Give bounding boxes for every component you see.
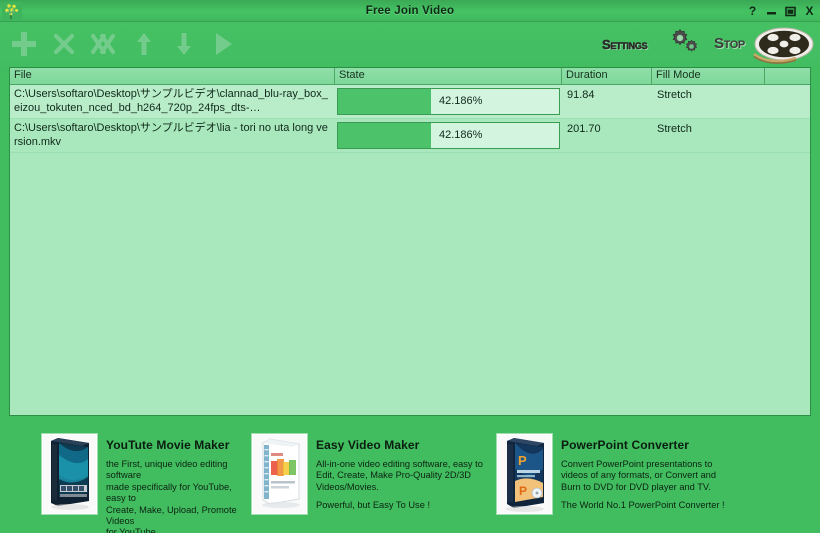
- double-x-icon: [91, 33, 117, 55]
- ad-description: All-in-one video editing software, easy …: [316, 459, 483, 492]
- list-rows: C:\Users\softaro\Desktop\サンプルビデオ\clannad…: [10, 85, 810, 153]
- cell-state: 42.186%: [335, 119, 562, 152]
- add-file-button[interactable]: [8, 28, 40, 60]
- toolbar-actions: [8, 22, 240, 66]
- file-list-panel[interactable]: File State Duration Fill Mode C:\Users\s…: [9, 67, 811, 416]
- minimize-button[interactable]: [765, 4, 778, 18]
- window-title: Free Join Video: [365, 4, 455, 17]
- help-button[interactable]: ?: [746, 4, 759, 18]
- close-button[interactable]: X: [803, 4, 816, 18]
- svg-text:P: P: [519, 484, 527, 498]
- ad-easy-video-maker[interactable]: Easy Video Maker All-in-one video editin…: [252, 424, 497, 533]
- table-row[interactable]: C:\Users\softaro\Desktop\サンプルビデオ\clannad…: [10, 85, 810, 119]
- plus-icon: [10, 30, 38, 58]
- table-row[interactable]: C:\Users\softaro\Desktop\サンプルビデオ\lia - t…: [10, 119, 810, 153]
- cell-fill-mode: Stretch: [657, 123, 692, 135]
- cell-duration: 201.70: [567, 123, 601, 135]
- move-down-button[interactable]: [168, 28, 200, 60]
- stop-label: Stop: [714, 35, 745, 52]
- cell-extra: [765, 85, 810, 118]
- ad-tagline: The World No.1 PowerPoint Converter !: [561, 500, 725, 511]
- ad-body: Easy Video Maker All-in-one video editin…: [307, 434, 483, 533]
- ad-body: PowerPoint Converter Convert PowerPoint …: [552, 434, 725, 533]
- play-button[interactable]: [208, 28, 240, 60]
- ad-youtute-movie-maker[interactable]: YouTute Movie Maker the First, unique vi…: [0, 424, 252, 533]
- column-header-extra[interactable]: [765, 68, 810, 84]
- ad-tagline: Powerful, but Easy To Use !: [316, 500, 431, 511]
- ad-description: the First, unique video editing software…: [106, 459, 237, 533]
- remove-all-button[interactable]: [88, 28, 120, 60]
- column-header-fill-mode[interactable]: Fill Mode: [652, 68, 765, 84]
- title-bar: Free Join Video ? X: [0, 0, 820, 22]
- progress-fill: [338, 89, 432, 114]
- ad-title: YouTute Movie Maker: [106, 438, 230, 452]
- ad-title: PowerPoint Converter: [561, 438, 690, 452]
- svg-text:P: P: [518, 453, 527, 468]
- settings-label: Settings: [602, 37, 648, 52]
- play-triangle-icon: [214, 32, 234, 56]
- cell-fill-mode: Stretch: [657, 89, 692, 101]
- arrow-up-icon: [135, 32, 153, 56]
- progress-bar: 42.186%: [337, 122, 560, 149]
- blue-software-box-thumbnail: [42, 434, 97, 514]
- remove-file-button[interactable]: [48, 28, 80, 60]
- window-controls: ? X: [746, 0, 816, 22]
- cell-state: 42.186%: [335, 85, 562, 118]
- progress-label: 42.186%: [439, 129, 483, 141]
- x-icon: [53, 33, 75, 55]
- film-reel-icon: [752, 26, 814, 69]
- stop-button[interactable]: Stop: [714, 24, 814, 64]
- maximize-button[interactable]: [784, 4, 797, 18]
- cell-file: C:\Users\softaro\Desktop\サンプルビデオ\lia - t…: [14, 122, 328, 148]
- ad-body: YouTute Movie Maker the First, unique vi…: [97, 434, 252, 533]
- column-header-duration[interactable]: Duration: [562, 68, 652, 84]
- arrow-down-icon: [175, 32, 193, 56]
- white-software-box-thumbnail: [252, 434, 307, 514]
- promo-bar: YouTute Movie Maker the First, unique vi…: [0, 424, 820, 533]
- cell-file: C:\Users\softaro\Desktop\サンプルビデオ\clannad…: [14, 88, 328, 114]
- column-header-file[interactable]: File: [10, 68, 335, 84]
- gear-small-icon: [684, 39, 699, 59]
- settings-button[interactable]: Settings: [600, 27, 712, 61]
- toolbar: Settings Stop: [0, 22, 820, 66]
- ppt-software-box-thumbnail: P P: [497, 434, 552, 514]
- list-header: File State Duration Fill Mode: [10, 68, 810, 85]
- cell-extra: [765, 119, 810, 152]
- progress-label: 42.186%: [439, 95, 483, 107]
- move-up-button[interactable]: [128, 28, 160, 60]
- cell-duration: 91.84: [567, 89, 595, 101]
- ad-description: Convert PowerPoint presentations to vide…: [561, 459, 717, 492]
- progress-fill: [338, 123, 432, 148]
- column-header-state[interactable]: State: [335, 68, 562, 84]
- toolbar-brand-zone: Settings Stop: [600, 22, 814, 66]
- ad-title: Easy Video Maker: [316, 438, 420, 452]
- progress-bar: 42.186%: [337, 88, 560, 115]
- ad-powerpoint-converter[interactable]: P P PowerPoint Converter Convert PowerPo…: [497, 424, 780, 533]
